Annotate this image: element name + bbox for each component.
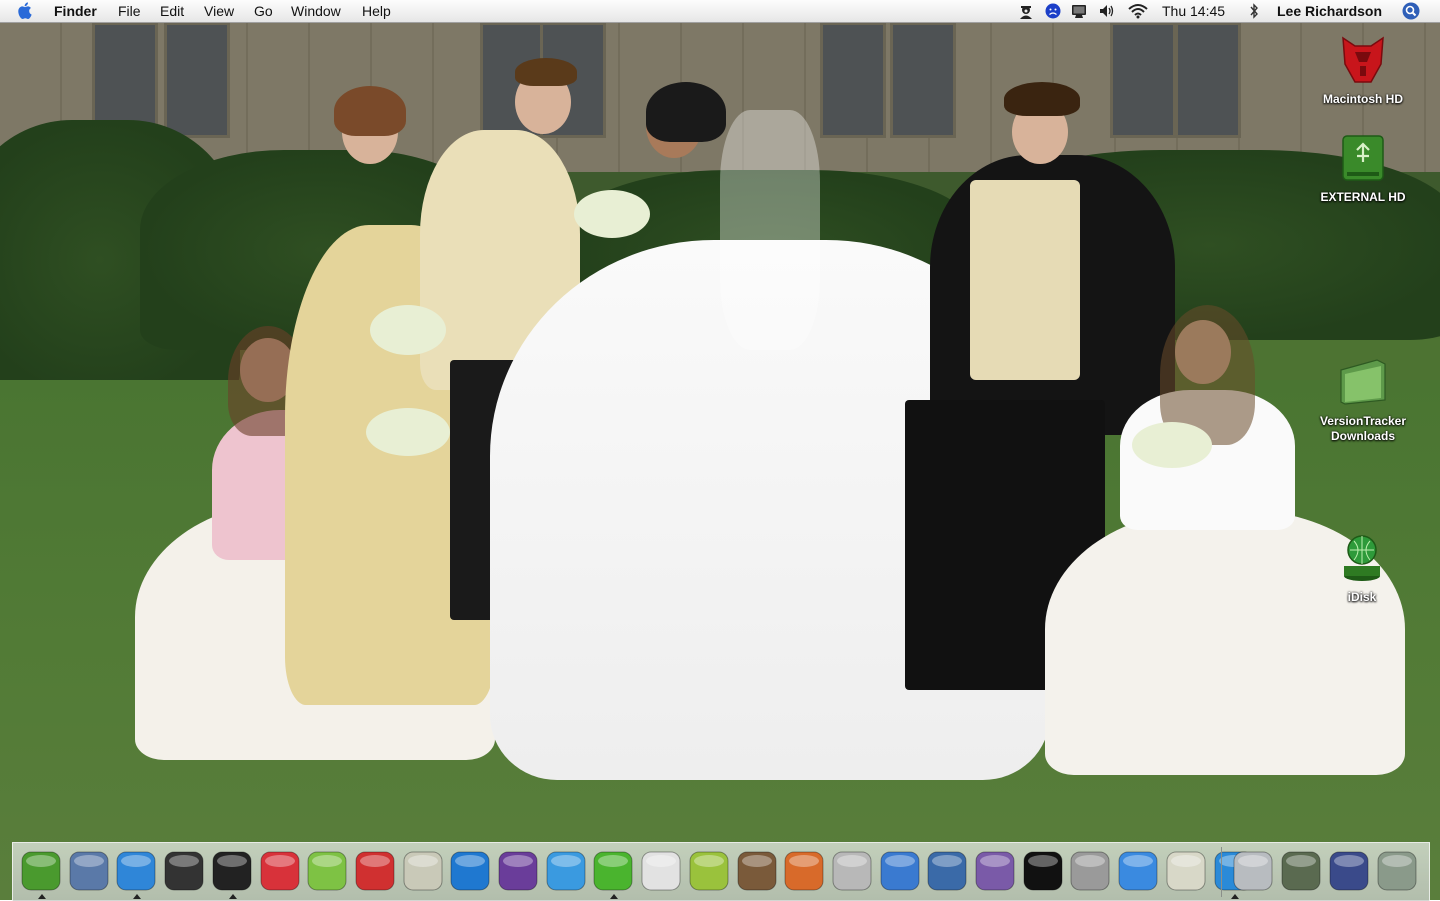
script-editor-icon[interactable]: [1164, 849, 1208, 893]
bluetooth-icon[interactable]: [1246, 3, 1262, 19]
keynote-icon[interactable]: [925, 849, 969, 893]
blue-face-icon[interactable]: [1045, 3, 1061, 19]
photo-app-icon[interactable]: [782, 849, 826, 893]
menu-window[interactable]: Window: [291, 3, 341, 19]
menu-help[interactable]: Help: [362, 3, 391, 19]
adium-icon[interactable]: [496, 849, 540, 893]
safari-icon[interactable]: [114, 849, 158, 899]
external-drive-icon: [1337, 132, 1389, 184]
wifi-icon[interactable]: [1128, 3, 1148, 19]
font-book-icon[interactable]: [258, 849, 302, 893]
skype-icon[interactable]: [591, 849, 635, 899]
volume-icon[interactable]: [1099, 3, 1115, 19]
spotlight-icon[interactable]: [1402, 2, 1420, 20]
menu-file[interactable]: File: [118, 3, 141, 19]
textedit-icon[interactable]: [401, 849, 445, 893]
msn-messenger-icon[interactable]: [544, 849, 588, 893]
menu-user-name[interactable]: Lee Richardson: [1277, 3, 1382, 19]
desktop-icon-macintosh-hd[interactable]: Macintosh HD: [1308, 34, 1418, 107]
dashboard-icon[interactable]: [210, 849, 254, 899]
running-indicator: [228, 894, 237, 899]
desktop-icon-label: VersionTracker Downloads: [1319, 414, 1407, 443]
ical-icon[interactable]: [353, 849, 397, 893]
mail-icon[interactable]: [67, 849, 111, 893]
dock: [12, 842, 1430, 901]
desktop-icon-versiontracker-downloads[interactable]: VersionTracker Downloads: [1308, 356, 1418, 444]
photo-stack-icon[interactable]: [1327, 849, 1371, 893]
toaster-icon[interactable]: [830, 849, 874, 893]
display-icon[interactable]: [1071, 3, 1087, 19]
system-prefs-icon[interactable]: [1068, 849, 1112, 893]
desktop-icon-idisk[interactable]: iDisk: [1307, 532, 1417, 605]
pushpin-icon[interactable]: [687, 849, 731, 893]
simcity-icon[interactable]: [973, 849, 1017, 893]
idisk-icon: [1336, 532, 1388, 584]
desktop-icon-label: Macintosh HD: [1322, 92, 1403, 106]
time-machine-icon[interactable]: [1116, 849, 1160, 893]
sc4-icon[interactable]: [1021, 849, 1065, 893]
menu-app-name[interactable]: Finder: [54, 3, 97, 19]
pages-icon[interactable]: [639, 849, 683, 893]
desktop-icon-label: EXTERNAL HD: [1320, 190, 1406, 204]
dock-separator: [1221, 847, 1222, 897]
photo-booth-icon[interactable]: [162, 849, 206, 893]
desktop-icon-label: iDisk: [1347, 590, 1377, 604]
autobot-drive-icon: [1337, 34, 1389, 86]
menu-edit[interactable]: Edit: [160, 3, 184, 19]
menu-bar: Finder File Edit View Go Window Help Thu…: [0, 0, 1440, 23]
running-indicator: [38, 894, 46, 899]
apple-menu-icon[interactable]: [18, 2, 34, 19]
desktop-wallpaper: [0, 0, 1440, 900]
itunes-icon[interactable]: [305, 849, 349, 893]
ichat-icon[interactable]: [878, 849, 922, 893]
trash-icon[interactable]: [1375, 849, 1419, 893]
finder-icon[interactable]: [19, 849, 63, 899]
running-indicator: [1230, 894, 1239, 899]
iphoto-icon[interactable]: [735, 849, 779, 893]
menu-view[interactable]: View: [204, 3, 234, 19]
desktop-icon-external-hd[interactable]: EXTERNAL HD: [1308, 132, 1418, 205]
menu-go[interactable]: Go: [254, 3, 273, 19]
menu-clock[interactable]: Thu 14:45: [1162, 3, 1225, 19]
folder-icon: [1337, 356, 1389, 408]
running-indicator: [133, 894, 142, 899]
spy-icon[interactable]: [1018, 3, 1034, 19]
running-indicator: [610, 894, 619, 899]
internet-explorer-icon[interactable]: [448, 849, 492, 893]
screenshot-doc-icon[interactable]: [1279, 849, 1323, 893]
internet-location-icon[interactable]: [1231, 849, 1275, 893]
